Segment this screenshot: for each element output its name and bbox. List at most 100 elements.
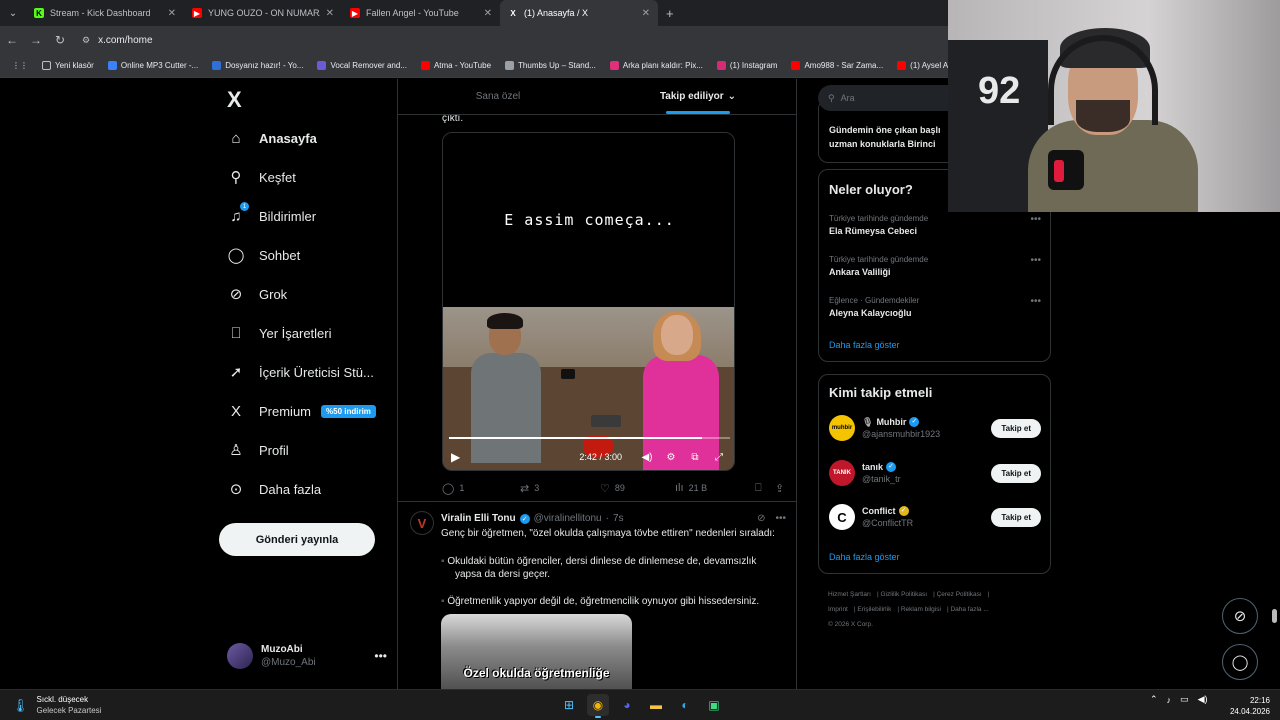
app-icon[interactable]: ▣	[703, 694, 725, 716]
mic-icon[interactable]: ♪	[1167, 695, 1172, 705]
author-handle[interactable]: @viralinellitonu	[534, 513, 602, 524]
nav-item-notifications[interactable]: ♫ 1 Bildirimler	[227, 202, 316, 225]
author-name[interactable]: Viralin Elli Tonu	[441, 513, 516, 524]
nav-item-home[interactable]: ⌂ Anasayfa	[227, 129, 316, 147]
apps-icon[interactable]: ⋮⋮	[8, 61, 32, 70]
account-switcher[interactable]: MuzoAbi @Muzo_Abi •••	[227, 643, 387, 669]
browser-tab-active[interactable]: X (1) Anasayfa / X ✕	[500, 0, 658, 26]
forward-icon[interactable]: →	[24, 33, 48, 47]
tab-title: Fallen Angel - YouTube	[366, 8, 459, 18]
bookmark-button[interactable]: ⎕	[755, 482, 775, 495]
bookmark-item[interactable]: Yeni klasör	[38, 61, 98, 70]
more-icon[interactable]: •••	[1030, 214, 1041, 225]
footer-link[interactable]: Hizmet Şartları	[828, 591, 871, 598]
show-more-link[interactable]: Daha fazla göster	[829, 552, 900, 562]
footer-link[interactable]: Çerez Politikası	[937, 591, 982, 598]
grok-icon[interactable]: ⊘	[757, 513, 765, 524]
reply-button[interactable]: ◯ 1	[442, 482, 520, 495]
grok-float-button[interactable]: ⊘	[1222, 598, 1258, 634]
nav-item-explore[interactable]: ⚲ Keşfet	[227, 168, 296, 186]
url-field[interactable]: ⚙ x.com/home	[82, 35, 153, 46]
tweet-time[interactable]: 7s	[613, 513, 624, 524]
footer-link[interactable]: Reklam bilgisi	[901, 606, 941, 613]
site-info-icon[interactable]: ⚙	[82, 35, 90, 46]
video-progress-bar[interactable]	[449, 437, 730, 439]
bookmark-item[interactable]: Atma - YouTube	[417, 61, 495, 70]
browser-tab[interactable]: ▶ YUNG OUZO - ON NUMARA - ✕	[184, 0, 342, 26]
play-icon[interactable]: ▶	[451, 450, 460, 464]
nav-item-profile[interactable]: ♙ Profil	[227, 441, 288, 459]
weather-widget[interactable]: 🌡 Sıckl. düşecek Gelecek Pazartesi	[12, 694, 101, 716]
browser-tab[interactable]: ▶ Fallen Angel - YouTube ✕	[342, 0, 500, 26]
share-button[interactable]: ⇪	[775, 482, 784, 495]
back-icon[interactable]: ←	[0, 33, 24, 47]
follow-button[interactable]: Takip et	[991, 463, 1041, 483]
repost-button[interactable]: ⇄ 3	[520, 482, 600, 495]
browser-tab[interactable]: K Stream - Kick Dashboard ✕	[26, 0, 184, 26]
footer-link[interactable]: Gizlilik Politikası	[880, 591, 927, 598]
windows-start-icon[interactable]: ⊞	[558, 694, 580, 716]
tweet-media[interactable]: Özel okulda öğretmenliğe	[441, 614, 632, 689]
suggested-account[interactable]: C Conflict ✓ @ConflictTR Takip et	[829, 502, 1041, 532]
fullscreen-icon[interactable]: ⤢	[710, 452, 728, 463]
discord-icon[interactable]: ◕	[616, 694, 638, 716]
footer-link[interactable]: Daha fazla ...	[950, 606, 988, 613]
like-button[interactable]: ♡ 89	[600, 482, 675, 495]
bookmark-item[interactable]: Thumbs Up – Stand...	[501, 61, 600, 70]
trend-item[interactable]: Türkiye tarihinde gündemde Ela Rümeysa C…	[829, 214, 1041, 236]
video-player[interactable]: E assim começa... ▶ 2:42 / 3:00 ◀) ⚙ ⧉ ⤢	[442, 132, 735, 471]
tab-search-button[interactable]: ⌄	[0, 8, 26, 19]
follow-button[interactable]: Takip et	[991, 418, 1041, 438]
bookmark-item[interactable]: Online MP3 Cutter -...	[104, 61, 202, 70]
media-caption: Özel okulda öğretmenliğe	[463, 666, 610, 680]
bookmark-item[interactable]: Vocal Remover and...	[313, 61, 410, 70]
messages-float-button[interactable]: ◯	[1222, 644, 1258, 680]
tab-label: Takip ediliyor	[659, 91, 724, 102]
bookmark-item[interactable]: Dosyanız hazır! - Yo...	[208, 61, 307, 70]
tab-following[interactable]: Takip ediliyor ⌄	[598, 79, 796, 114]
reload-icon[interactable]: ↻	[48, 33, 72, 47]
more-icon[interactable]: •••	[374, 649, 387, 663]
chrome-icon[interactable]: ◉	[587, 694, 609, 718]
volume-icon[interactable]: ◀)	[1198, 694, 1208, 705]
more-icon[interactable]: •••	[1030, 255, 1041, 266]
bookmark-item[interactable]: Amo988 - Sar Zama...	[787, 61, 887, 70]
suggested-account[interactable]: TANIK tanık ✓ @tanik_tr Takip et	[829, 458, 1041, 488]
nav-item-creator-studio[interactable]: ➚ İçerik Üreticisi Stü...	[227, 363, 374, 381]
show-more-link[interactable]: Daha fazla göster	[829, 340, 900, 350]
follow-button[interactable]: Takip et	[991, 507, 1041, 527]
bookmark-item[interactable]: (1) Instagram	[713, 61, 782, 70]
volume-icon[interactable]: ◀)	[638, 452, 656, 463]
avatar[interactable]: V	[410, 511, 434, 535]
x-logo-icon[interactable]: X	[227, 87, 242, 113]
footer-link[interactable]: Erişilebilirlik	[857, 606, 891, 613]
close-icon[interactable]: ✕	[642, 8, 650, 19]
post-button[interactable]: Gönderi yayınla	[219, 523, 375, 556]
display-icon[interactable]: ▭	[1180, 694, 1189, 705]
clock[interactable]: 22:16 24.04.2026	[1222, 695, 1270, 717]
file-explorer-icon[interactable]: ▬	[645, 694, 667, 716]
chevron-up-icon[interactable]: ⌃	[1150, 694, 1158, 705]
more-icon[interactable]: •••	[775, 513, 786, 524]
suggested-account[interactable]: muhbir 🎙 Muhbir ✓ @ajansmuhbir1923 Takip e…	[829, 413, 1041, 443]
new-tab-button[interactable]: +	[658, 6, 682, 21]
tab-for-you[interactable]: Sana özel	[398, 79, 598, 114]
nav-item-grok[interactable]: ⊘ Grok	[227, 285, 287, 303]
pip-icon[interactable]: ⧉	[686, 452, 704, 463]
scrollbar[interactable]	[1272, 609, 1277, 623]
close-icon[interactable]: ✕	[326, 8, 334, 19]
nav-item-premium[interactable]: X Premium %50 indirim	[227, 402, 376, 420]
trend-item[interactable]: Eğlence · Gündemdekiler Aleyna Kalaycıoğ…	[829, 296, 1041, 318]
more-icon[interactable]: •••	[1030, 296, 1041, 307]
close-icon[interactable]: ✕	[484, 8, 492, 19]
views-button[interactable]: ılı 21 B	[675, 482, 755, 494]
close-icon[interactable]: ✕	[168, 8, 176, 19]
bookmark-item[interactable]: Arka planı kaldır: Pix...	[606, 61, 707, 70]
footer-link[interactable]: Imprint	[828, 606, 848, 613]
trend-item[interactable]: Türkiye tarihinde gündemde Ankara Valili…	[829, 255, 1041, 277]
nav-item-bookmarks[interactable]: ⎕ Yer İşaretleri	[227, 324, 331, 342]
nav-item-chat[interactable]: ◯ Sohbet	[227, 246, 301, 264]
settings-icon[interactable]: ⚙	[662, 452, 680, 463]
nav-item-more[interactable]: ⊙ Daha fazla	[227, 480, 321, 498]
edge-icon[interactable]: ◐	[674, 694, 696, 716]
